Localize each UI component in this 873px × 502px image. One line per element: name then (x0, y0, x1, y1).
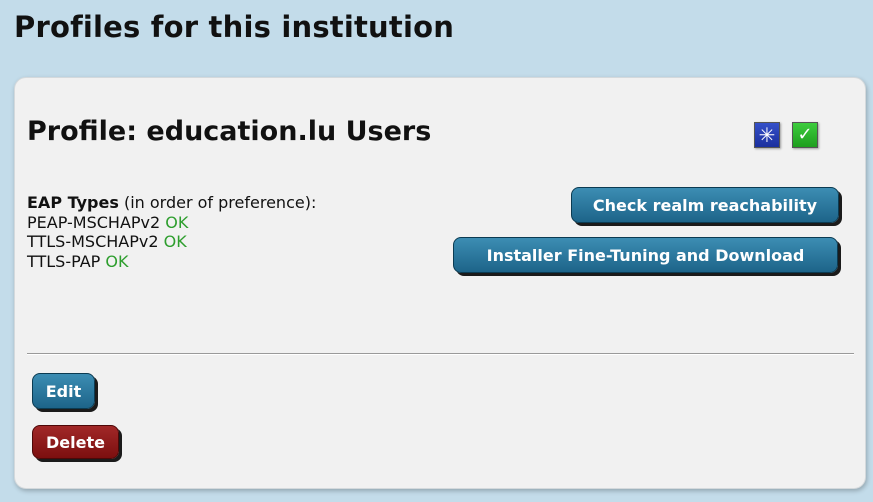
edit-button[interactable]: Edit (32, 373, 95, 409)
eap-type-name: TTLS-PAP (27, 251, 101, 271)
eap-types-list: EAP Types (in order of preference): PEAP… (27, 193, 316, 271)
eap-type-name: PEAP-MSCHAPv2 (27, 212, 161, 232)
delete-button[interactable]: Delete (32, 425, 119, 459)
eap-types-label: EAP Types (27, 193, 119, 212)
asterisk-icon[interactable]: ✳ (754, 122, 780, 148)
page-title: Profiles for this institution (14, 10, 455, 44)
eap-type-status: OK (165, 212, 189, 232)
installer-download-button[interactable]: Installer Fine-Tuning and Download (453, 237, 838, 273)
eap-type-row: TTLS-MSCHAPv2 OK (27, 232, 316, 252)
eap-types-header: EAP Types (in order of preference): (27, 193, 316, 213)
checkmark-icon[interactable]: ✓ (792, 122, 818, 148)
eap-type-name: TTLS-MSCHAPv2 (27, 232, 159, 251)
profile-card: Profile: education.lu Users ✳ ✓ EAP Type… (14, 77, 866, 489)
eap-types-note: (in order of preference): (118, 193, 317, 212)
check-realm-reachability-button[interactable]: Check realm reachability (571, 187, 839, 223)
profile-title: Profile: education.lu Users (27, 116, 432, 147)
divider (27, 353, 854, 355)
eap-type-status: OK (163, 232, 187, 251)
eap-type-status: OK (105, 251, 129, 271)
eap-type-row: PEAP-MSCHAPv2 OK (27, 213, 316, 233)
eap-type-row: TTLS-PAP OK (27, 252, 316, 272)
